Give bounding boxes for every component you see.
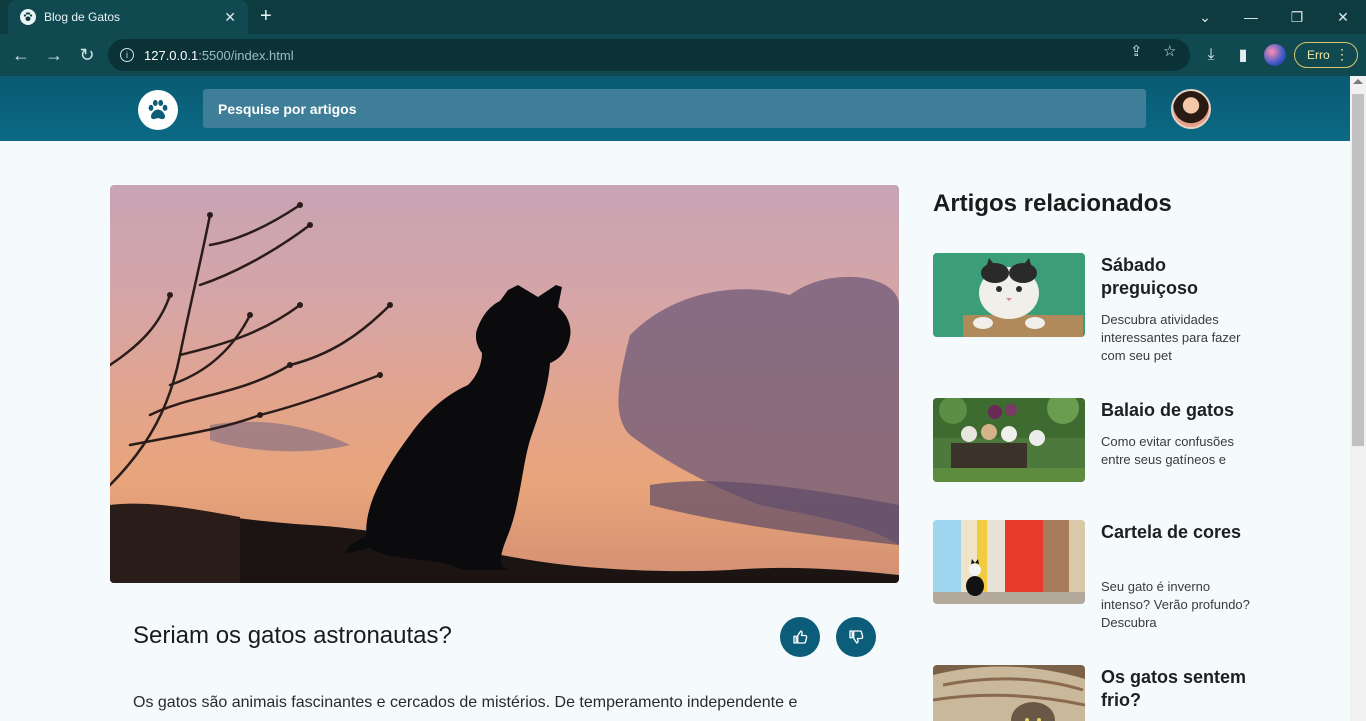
- card-title-4[interactable]: Os gatos sentem frio?: [1101, 666, 1261, 712]
- tab-title: Blog de Gatos: [44, 10, 121, 24]
- address-bar[interactable]: i 127.0.0.1:5500/index.html: [108, 39, 1190, 71]
- card-image-2[interactable]: [933, 398, 1085, 482]
- article-hero-image: [110, 185, 899, 583]
- close-tab-icon[interactable]: ✕: [224, 9, 236, 26]
- forward-icon[interactable]: →: [43, 44, 65, 66]
- card-title-3[interactable]: Cartela de cores: [1101, 521, 1261, 544]
- page-scrollbar-thumb[interactable]: [1352, 94, 1364, 446]
- browser-toolbar: ← → ↻ i 127.0.0.1:5500/index.html ⇪ ☆ ⤓ …: [0, 34, 1366, 76]
- card-title-2[interactable]: Balaio de gatos: [1101, 399, 1261, 422]
- paw-logo-icon[interactable]: [138, 90, 178, 130]
- like-button[interactable]: [780, 617, 820, 657]
- article-title: Seriam os gatos astronautas?: [133, 622, 452, 649]
- side-panel-icon[interactable]: ▮: [1232, 44, 1254, 66]
- url-host: 127.0.0.1: [144, 47, 199, 63]
- restore-icon[interactable]: ❐: [1274, 0, 1320, 34]
- card-title-1[interactable]: Sábado preguiçoso: [1101, 254, 1261, 300]
- paw-favicon-icon: [20, 9, 36, 25]
- card-desc-2: Como evitar confusões entre seus gatíneo…: [1101, 434, 1234, 467]
- article-body: Os gatos são animais fascinantes e cerca…: [133, 694, 798, 711]
- card-image-1[interactable]: [933, 253, 1085, 337]
- bookmark-star-icon[interactable]: ☆: [1163, 42, 1176, 60]
- browser-tab-strip: Blog de Gatos ✕ + ⌄ — ❐ ✕: [0, 0, 1366, 34]
- card-desc-1: Descubra atividades interessantes para f…: [1101, 312, 1241, 363]
- url-path: :5500/index.html: [198, 47, 294, 63]
- close-window-icon[interactable]: ✕: [1320, 0, 1366, 34]
- menu-kebab-icon: ⋮: [1335, 46, 1349, 62]
- search-input[interactable]: [203, 89, 1146, 128]
- profile-error-label: Erro: [1307, 48, 1330, 62]
- download-icon[interactable]: ⤓: [1200, 44, 1222, 66]
- card-image-4[interactable]: [933, 665, 1085, 721]
- site-info-icon[interactable]: i: [120, 48, 134, 62]
- card-image-3[interactable]: [933, 520, 1085, 604]
- dislike-button[interactable]: [836, 617, 876, 657]
- related-articles-title: Artigos relacionados: [933, 190, 1172, 217]
- reload-icon[interactable]: ↻: [76, 44, 98, 66]
- scroll-up-arrow-icon[interactable]: [1353, 79, 1363, 84]
- thumbs-down-icon: [849, 630, 864, 644]
- new-tab-icon[interactable]: +: [260, 6, 272, 26]
- user-avatar[interactable]: [1171, 89, 1211, 129]
- card-desc-3: Seu gato é inverno intenso? Verão profun…: [1101, 579, 1250, 630]
- profile-error-button[interactable]: Erro ⋮: [1294, 42, 1358, 68]
- share-icon[interactable]: ⇪: [1130, 42, 1143, 60]
- profile-avatar-icon[interactable]: [1264, 44, 1286, 66]
- tab-search-icon[interactable]: ⌄: [1182, 0, 1228, 34]
- minimize-icon[interactable]: —: [1228, 0, 1274, 34]
- browser-tab[interactable]: Blog de Gatos ✕: [8, 0, 248, 34]
- back-icon[interactable]: ←: [10, 44, 32, 66]
- thumbs-up-icon: [793, 630, 808, 644]
- site-header: [0, 76, 1350, 141]
